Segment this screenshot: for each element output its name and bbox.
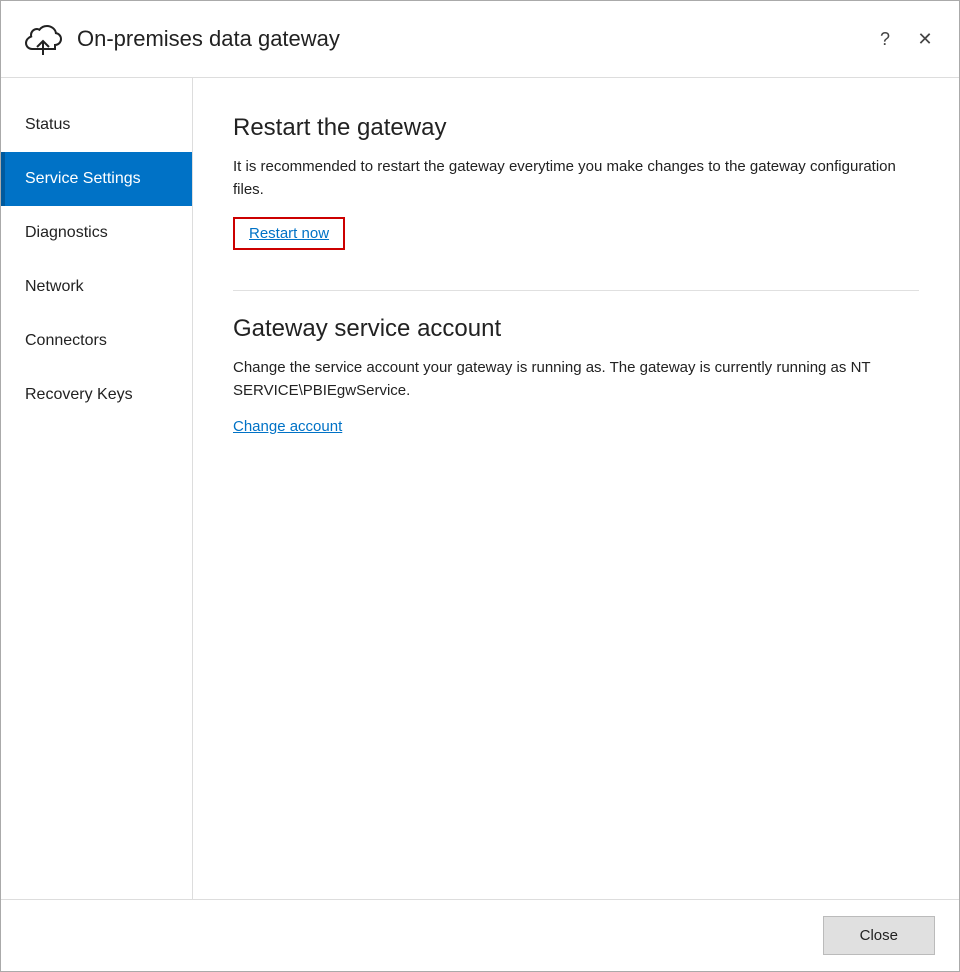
cloud-upload-icon (21, 17, 65, 61)
restart-section-title: Restart the gateway (233, 114, 919, 142)
sidebar-item-status[interactable]: Status (1, 98, 192, 152)
app-window: On-premises data gateway ? ✕ Status Serv… (0, 0, 960, 972)
restart-now-link[interactable]: Restart now (233, 217, 345, 250)
sidebar-item-connectors[interactable]: Connectors (1, 314, 192, 368)
help-button[interactable]: ? (871, 25, 899, 53)
account-section-title: Gateway service account (233, 315, 919, 343)
sidebar-item-diagnostics[interactable]: Diagnostics (1, 206, 192, 260)
change-account-link[interactable]: Change account (233, 418, 342, 435)
account-section-description: Change the service account your gateway … (233, 357, 913, 402)
sidebar: Status Service Settings Diagnostics Netw… (1, 78, 193, 899)
sidebar-item-service-settings[interactable]: Service Settings (1, 152, 192, 206)
sidebar-item-network[interactable]: Network (1, 260, 192, 314)
content-panel: Restart the gateway It is recommended to… (193, 78, 959, 899)
window-close-button[interactable]: ✕ (911, 25, 939, 53)
sidebar-item-recovery-keys[interactable]: Recovery Keys (1, 368, 192, 422)
main-content: Status Service Settings Diagnostics Netw… (1, 78, 959, 899)
section-divider (233, 290, 919, 291)
app-title: On-premises data gateway (77, 26, 340, 52)
restart-section-description: It is recommended to restart the gateway… (233, 156, 913, 201)
title-bar: On-premises data gateway ? ✕ (1, 1, 959, 78)
close-button[interactable]: Close (823, 916, 935, 955)
title-controls: ? ✕ (871, 25, 939, 53)
footer: Close (1, 899, 959, 971)
